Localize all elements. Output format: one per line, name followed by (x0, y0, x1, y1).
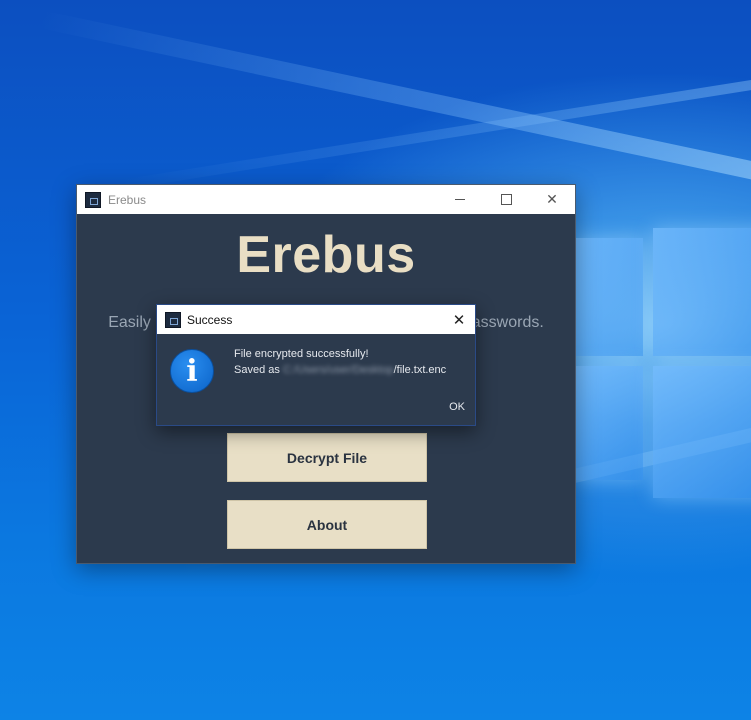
close-icon: ✕ (546, 191, 558, 208)
close-button[interactable]: ✕ (529, 185, 575, 214)
success-dialog: Success ✕ i File encrypted successfully!… (156, 304, 476, 426)
windows-logo (575, 228, 751, 498)
app-window-title: Erebus (108, 192, 147, 207)
blurred-path: C:/Users/user/Desktop (282, 364, 394, 376)
maximize-icon (500, 194, 512, 205)
app-lock-icon (85, 191, 101, 208)
windows-logo-pane (653, 366, 751, 498)
saved-filename: /file.txt.enc (393, 364, 447, 376)
info-icon: i (170, 349, 214, 393)
maximize-button[interactable] (483, 185, 529, 214)
info-glyph: i (186, 353, 198, 389)
dialog-titlebar[interactable]: Success ✕ (157, 305, 475, 334)
ok-button[interactable]: OK (449, 401, 465, 413)
app-titlebar[interactable]: Erebus ✕ (77, 185, 575, 214)
dialog-saved-path: Saved as C:/Users/user/Desktop/file.txt.… (234, 364, 446, 376)
light-beam (119, 70, 751, 190)
saved-as-label: Saved as (234, 364, 280, 376)
windows-logo-pane (575, 366, 643, 480)
windows-logo-pane (653, 228, 751, 356)
desktop-background: Erebus ✕ Erebus Easily asswords. Decrypt… (0, 0, 751, 720)
decrypt-file-button[interactable]: Decrypt File (227, 433, 427, 482)
subtitle-right-fragment: asswords. (471, 314, 544, 331)
minimize-button[interactable] (437, 185, 483, 214)
windows-logo-pane (575, 238, 643, 356)
about-button[interactable]: About (227, 500, 427, 549)
close-icon: ✕ (452, 310, 466, 329)
minimize-icon (455, 199, 465, 200)
app-heading: Erebus (236, 226, 416, 284)
dialog-message: File encrypted successfully! (234, 348, 369, 360)
dialog-close-button[interactable]: ✕ (443, 305, 475, 334)
subtitle-left-fragment: Easily (108, 314, 151, 331)
dialog-title: Success (187, 312, 233, 327)
dialog-app-icon (165, 311, 181, 328)
